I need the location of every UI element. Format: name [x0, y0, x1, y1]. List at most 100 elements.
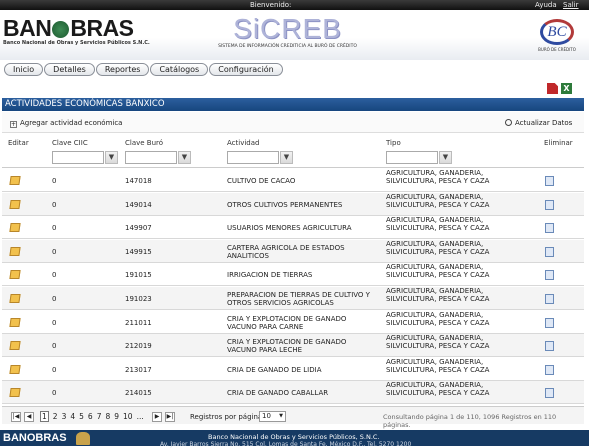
delete-icon[interactable] — [545, 294, 554, 304]
crest-icon — [76, 432, 90, 445]
delete-icon[interactable] — [545, 317, 554, 328]
col-actividad[interactable]: Actividad — [227, 139, 259, 147]
page-link[interactable]: 7 — [97, 412, 102, 421]
top-bar: Bienvenido: Ayuda Salir — [0, 0, 589, 10]
cell-tipo: AGRICULTURA, GANADERIA, SILVICULTURA, PE… — [386, 192, 490, 209]
last-page-button[interactable]: ▶| — [165, 412, 175, 422]
pager-info: Consultando página 1 de 110, 1096 Regist… — [383, 413, 557, 429]
sicreb-logo: SiCREB SISTEMA DE INFORMACIÓN CREDITICIA… — [215, 15, 360, 50]
page-link[interactable]: ... — [137, 412, 144, 421]
edit-icon[interactable] — [9, 176, 21, 185]
edit-icon[interactable] — [9, 341, 21, 351]
filter-icon[interactable]: ▼ — [280, 151, 293, 164]
cell-tipo: AGRICULTURA, GANADERIA, SILVICULTURA, PE… — [386, 310, 490, 327]
cell-clave-ciic: 0 — [52, 342, 57, 351]
edit-icon[interactable] — [9, 270, 21, 280]
seal-icon — [52, 21, 70, 38]
delete-icon[interactable] — [545, 270, 554, 281]
footer-bank-name: Banco Nacional de Obras y Servicios Públ… — [208, 433, 380, 441]
cell-actividad: IRRIGACION DE TIERRAS — [227, 271, 313, 280]
edit-icon[interactable] — [9, 246, 21, 256]
welcome-text: Bienvenido: — [250, 1, 292, 9]
delete-icon[interactable] — [545, 199, 554, 210]
cell-actividad: CRIA Y EXPLOTACION DE GANADO VACUNO PARA… — [227, 338, 347, 355]
logo-subtitle: Banco Nacional de Obras y Servicios Públ… — [3, 40, 150, 46]
delete-icon[interactable] — [545, 176, 554, 186]
edit-icon[interactable] — [9, 294, 21, 303]
per-page-label: Registros por página: — [190, 413, 265, 421]
filter-actividad-input[interactable] — [227, 151, 279, 164]
banobras-logo: BAN BRAS Banco Nacional de Obras y Servic… — [3, 15, 150, 47]
filter-tipo[interactable] — [386, 151, 438, 164]
grid-toolbar: + Agregar actividad económica Actualizar … — [2, 112, 584, 133]
edit-icon[interactable] — [9, 199, 21, 209]
table-row: 0 149014 OTROS CULTIVOS PERMANENTES AGRICUL… — [2, 192, 584, 216]
col-clave-buro[interactable]: Clave Buró — [125, 139, 163, 147]
filter-clave-buro-input[interactable] — [125, 151, 177, 164]
filter-clave-buro[interactable] — [125, 151, 177, 164]
cell-clave-ciic: 0 — [52, 224, 57, 233]
cell-actividad: CRIA Y EXPLOTACION DE GANADO VACUNO PARA… — [227, 314, 347, 331]
filter-actividad[interactable] — [227, 151, 279, 164]
page-link[interactable]: 1 — [40, 411, 49, 422]
table-row: 0 191015 IRRIGACION DE TIERRAS AGRICULTURA,… — [2, 263, 584, 287]
filter-tipo-input[interactable] — [386, 151, 438, 164]
refresh-button[interactable]: Actualizar Datos — [505, 119, 572, 127]
first-page-button[interactable]: |◀ — [11, 412, 21, 422]
per-page-select[interactable]: 10 ▼ — [259, 411, 286, 422]
filter-icon[interactable]: ▼ — [178, 151, 191, 164]
filter-icon[interactable]: ▼ — [439, 151, 452, 164]
edit-icon[interactable] — [9, 388, 21, 398]
filter-clave-ciic-input[interactable] — [52, 151, 104, 164]
page-link[interactable]: 10 — [123, 412, 133, 421]
nav-inicio[interactable]: Inicio — [4, 63, 44, 76]
table-row: 0 147018 CULTIVO DE CACAO AGRICULTURA, GANA… — [2, 169, 584, 192]
page-link[interactable]: 8 — [105, 412, 110, 421]
filter-clave-ciic[interactable] — [52, 151, 104, 164]
edit-icon[interactable] — [9, 317, 21, 327]
cell-clave-buro: 214015 — [125, 389, 152, 398]
col-clave-ciic[interactable]: Clave CIIC — [52, 139, 88, 147]
nav-reportes[interactable]: Reportes — [95, 63, 150, 76]
delete-icon[interactable] — [545, 341, 554, 352]
excel-export-icon[interactable]: X — [561, 83, 572, 94]
table-row: 0 211011 CRIA Y EXPLOTACION DE GANADO VACU… — [2, 311, 584, 334]
page-link[interactable]: 6 — [88, 412, 93, 421]
pdf-export-icon[interactable] — [547, 83, 558, 94]
next-page-button[interactable]: ▶ — [152, 412, 162, 422]
delete-icon[interactable] — [545, 364, 554, 375]
cell-tipo: AGRICULTURA, GANADERIA, SILVICULTURA, PE… — [386, 287, 490, 303]
footer: BANOBRAS Banco Nacional de Obras y Servi… — [0, 430, 589, 448]
exit-link[interactable]: Salir — [563, 1, 579, 9]
page-link[interactable]: 9 — [114, 412, 119, 421]
edit-icon[interactable] — [9, 223, 21, 233]
delete-icon[interactable] — [545, 223, 554, 234]
table-row: 0 149915 CARTERA AGRICOLA DE ESTADOS ANALI… — [2, 239, 584, 263]
cell-clave-buro: 213017 — [125, 365, 152, 374]
page-link[interactable]: 4 — [70, 412, 75, 421]
filter-icon[interactable]: ▼ — [105, 151, 118, 164]
nav-configuracion[interactable]: Configuración — [209, 63, 283, 76]
col-tipo[interactable]: Tipo — [386, 139, 401, 147]
help-link[interactable]: Ayuda — [535, 1, 557, 9]
cell-tipo: AGRICULTURA, GANADERIA, SILVICULTURA, PE… — [386, 169, 490, 185]
refresh-icon — [505, 119, 512, 126]
plus-icon: + — [10, 121, 17, 128]
nav-catalogos[interactable]: Catálogos — [150, 63, 209, 76]
cell-actividad: OTROS CULTIVOS PERMANENTES — [227, 200, 343, 209]
pager: |◀ ◀ 1 2 3 4 5 6 7 8 9 10... ▶ ▶| Registros por p… — [2, 406, 584, 429]
cell-tipo: AGRICULTURA, GANADERIA, SILVICULTURA, PE… — [386, 334, 490, 351]
page-link[interactable]: 2 — [53, 412, 58, 421]
delete-icon[interactable] — [545, 246, 554, 257]
prev-page-button[interactable]: ◀ — [24, 412, 34, 422]
cell-clave-ciic: 0 — [52, 247, 57, 256]
add-activity-button[interactable]: + Agregar actividad económica — [10, 119, 122, 128]
page-link[interactable]: 3 — [62, 412, 67, 421]
page-link[interactable]: 5 — [79, 412, 84, 421]
nav-detalles[interactable]: Detalles — [44, 63, 95, 76]
grid-header: Editar Clave CIIC Clave Buró Actividad T… — [2, 134, 584, 168]
cell-clave-ciic: 0 — [52, 295, 57, 303]
edit-icon[interactable] — [9, 364, 21, 374]
cell-tipo: AGRICULTURA, GANADERIA, SILVICULTURA, PE… — [386, 216, 490, 233]
delete-icon[interactable] — [545, 388, 554, 399]
